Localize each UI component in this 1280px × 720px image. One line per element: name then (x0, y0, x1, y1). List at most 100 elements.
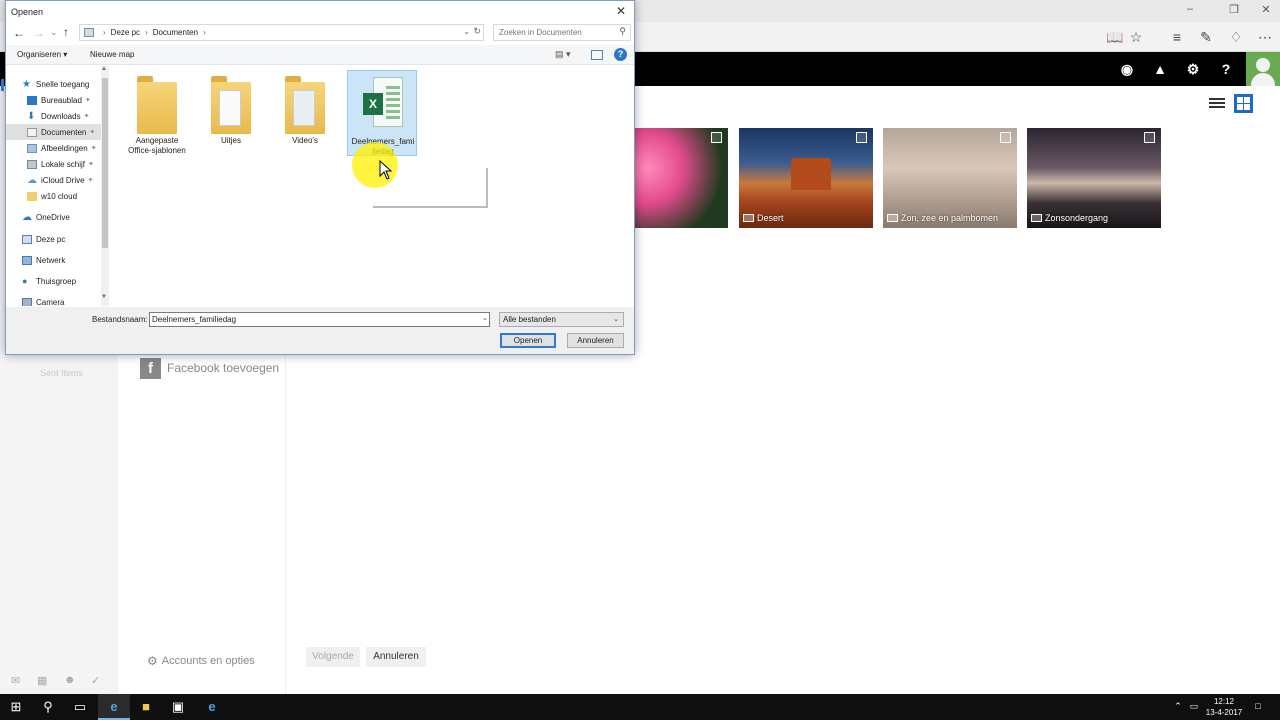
scroll-up-icon[interactable]: ▲ (101, 66, 107, 72)
up-arrow-icon[interactable]: ↑ (63, 25, 69, 39)
cloud-icon: ☁ (27, 174, 37, 186)
refresh-icon[interactable]: ↻ (473, 26, 481, 37)
filename-input[interactable] (149, 312, 490, 327)
scroll-down-icon[interactable]: ▼ (101, 294, 107, 300)
open-button[interactable]: Openen (500, 333, 556, 348)
forward-arrow-icon[interactable]: → (33, 26, 45, 40)
chevron-down-icon[interactable]: ⌄ (50, 27, 58, 38)
address-bar[interactable]: › Deze pc › Documenten › ⌄ ↻ (79, 24, 484, 41)
sidebar-item-local-disk[interactable]: Lokale schijf ✦ (6, 156, 101, 172)
view-mode-icon[interactable]: ▤ ▾ (555, 49, 575, 61)
photo-checkbox[interactable] (711, 132, 722, 143)
search-icon[interactable]: ⚲ (619, 26, 626, 37)
share-icon[interactable]: ♢ (1227, 28, 1245, 46)
grid-view-icon[interactable] (1234, 94, 1253, 113)
sidebar-item-label: iCloud Drive (41, 175, 85, 185)
close-icon[interactable]: ✕ (614, 4, 628, 18)
reading-view-icon[interactable]: 📖 (1106, 28, 1124, 46)
task-view-icon[interactable]: ▭ (64, 694, 96, 720)
scrollbar-thumb[interactable] (102, 78, 108, 248)
photo-tile[interactable]: Desert (739, 128, 873, 228)
gear-icon[interactable]: ⚙ (1184, 60, 1202, 78)
bell-icon[interactable]: ▲ (1151, 60, 1169, 78)
sidebar-item-label: Documenten (41, 127, 87, 137)
organize-button[interactable]: Organiseren ▾ (17, 50, 67, 59)
calendar-icon[interactable]: ▦ (37, 674, 51, 687)
sidebar-item-homegroup[interactable]: ● Thuisgroep (6, 273, 101, 289)
sidebar-item-pictures[interactable]: Afbeeldingen ✦ (6, 140, 101, 156)
help-icon[interactable]: ? (1217, 60, 1235, 78)
search-input[interactable] (494, 25, 609, 40)
file-label: Aangepaste Office-sjablonen (128, 136, 186, 155)
sidebar-item-downloads[interactable]: ⬇ Downloads ✦ (6, 108, 101, 124)
sidebar-item-desktop[interactable]: Bureaublad ✦ (6, 92, 101, 108)
sidebar-item-this-pc[interactable]: Deze pc (6, 231, 101, 247)
avatar[interactable] (1246, 52, 1280, 86)
network-icon (22, 255, 32, 265)
accounts-options-link[interactable]: ⚙ Accounts en opties (147, 654, 255, 668)
photo-checkbox[interactable] (856, 132, 867, 143)
breadcrumb-item[interactable]: Documenten (153, 28, 198, 37)
hub-icon[interactable]: ≡ (1168, 28, 1186, 46)
sidebar-item-network[interactable]: Netwerk (6, 252, 101, 268)
sidebar-item-icloud[interactable]: ☁ iCloud Drive ✦ (6, 172, 101, 188)
photo-caption: Desert (743, 213, 784, 223)
cancel-button[interactable]: Annuleren (366, 647, 426, 667)
photo-checkbox[interactable] (1144, 132, 1155, 143)
file-label: Uitjes (220, 136, 241, 145)
sidebar-item-w10-cloud[interactable]: w10 cloud (6, 188, 101, 204)
chevron-down-icon[interactable]: ⌄ (463, 27, 470, 36)
ie-icon[interactable]: e (196, 694, 228, 720)
chevron-up-icon[interactable]: ⌃ (1172, 700, 1184, 712)
next-button[interactable]: Volgende (306, 647, 360, 667)
folder-item[interactable]: Video's (270, 70, 340, 156)
cancel-button[interactable]: Annuleren (567, 333, 624, 348)
more-icon[interactable]: ⋯ (1256, 28, 1274, 46)
help-icon[interactable]: ? (614, 48, 627, 61)
restore-icon[interactable]: ❐ (1224, 3, 1244, 19)
file-explorer-icon[interactable]: ■ (130, 694, 162, 720)
folder-icon (27, 191, 37, 201)
sidebar-item-onedrive[interactable]: ☁ OneDrive (6, 209, 101, 225)
photo-checkbox[interactable] (1000, 132, 1011, 143)
filetype-select[interactable]: Alle bestanden ⌄ (499, 312, 624, 327)
tasks-icon[interactable]: ✓ (91, 674, 105, 687)
folder-item[interactable]: Uitjes (196, 70, 266, 156)
mail-icon[interactable]: ✉ (11, 674, 25, 687)
desktop-icon (27, 95, 37, 105)
folder-item[interactable]: Aangepaste Office-sjablonen (122, 70, 192, 156)
close-icon[interactable]: ✕ (1256, 3, 1276, 19)
tray-clock[interactable]: 12:12 13-4-2017 (1204, 696, 1244, 718)
sidebar-item-quick-access[interactable]: ★ Snelle toegang (6, 76, 101, 92)
photo-tile[interactable]: Zon, zee en palmbomen (883, 128, 1017, 228)
action-center-icon[interactable]: □ (1252, 700, 1264, 712)
minimize-icon[interactable]: – (1180, 3, 1200, 19)
network-tray-icon[interactable]: ▭ (1188, 700, 1200, 712)
preview-pane-icon[interactable] (591, 50, 603, 60)
filetype-value: Alle bestanden (503, 315, 556, 324)
photo-butte-shape (791, 158, 831, 190)
search-box[interactable]: ⚲ (493, 24, 631, 41)
sidebar-item-camera[interactable]: Camera (6, 294, 101, 306)
navigation-scrollbar[interactable]: ▲ ▼ (101, 66, 109, 306)
search-icon[interactable]: ⚲ (32, 694, 64, 720)
chevron-down-icon[interactable]: ⌄ (482, 314, 488, 322)
store-icon[interactable]: ▣ (162, 694, 194, 720)
sidebar-item-documents[interactable]: Documenten ✦ (6, 124, 101, 140)
breadcrumb-item[interactable]: Deze pc (111, 28, 140, 37)
favorite-star-icon[interactable]: ☆ (1127, 28, 1145, 46)
list-view-icon[interactable] (1209, 96, 1225, 112)
people-icon[interactable]: ☻ (64, 674, 78, 686)
start-icon[interactable]: ⊞ (0, 694, 32, 720)
dialog-footer: Bestandsnaam: ⌄ Alle bestanden ⌄ Openen … (6, 307, 634, 354)
chat-icon[interactable]: ◉ (1118, 60, 1136, 78)
facebook-add-link[interactable]: f Facebook toevoegen (140, 357, 279, 379)
web-note-icon[interactable]: ✎ (1197, 28, 1215, 46)
back-arrow-icon[interactable]: ← (13, 26, 25, 40)
photo-tile[interactable]: Zonsondergang (1027, 128, 1161, 228)
mouse-pointer-icon (379, 160, 393, 180)
taskbar: ⊞ ⚲ ▭ e ■ ▣ e ⌃ ▭ 12:12 13-4-2017 □ (0, 694, 1280, 720)
edge-icon[interactable]: e (98, 694, 130, 720)
ghost-folder-item[interactable]: Sent Items (40, 368, 83, 378)
new-folder-button[interactable]: Nieuwe map (90, 50, 134, 59)
